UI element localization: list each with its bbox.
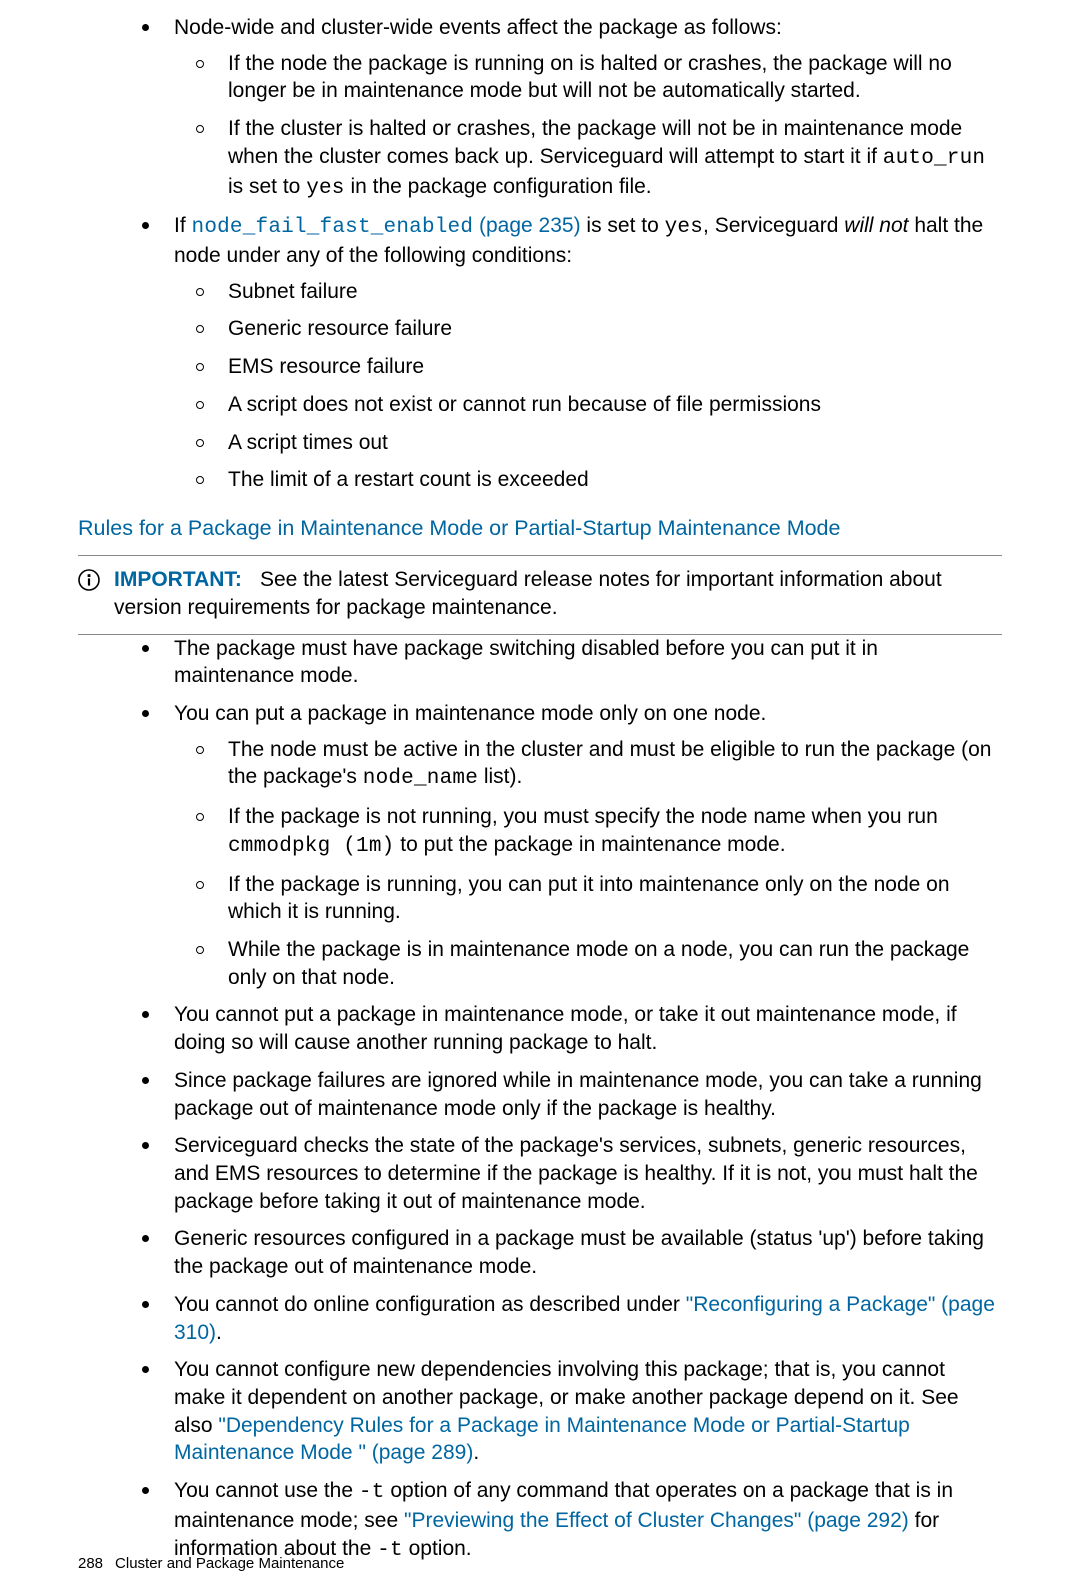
- text: While the package is in maintenance mode…: [228, 938, 969, 989]
- code-text: yes: [306, 177, 344, 200]
- text: in the package configuration file.: [345, 175, 652, 198]
- list-item: If the cluster is halted or crashes, the…: [174, 115, 1002, 202]
- text: If the node the package is running on is…: [228, 52, 952, 103]
- top-list: Node-wide and cluster-wide events affect…: [120, 14, 1002, 494]
- list-item: If the package is not running, you must …: [174, 803, 1002, 860]
- text: Serviceguard checks the state of the pac…: [174, 1134, 978, 1212]
- info-icon: [78, 569, 114, 596]
- text: You can put a package in maintenance mod…: [174, 702, 766, 725]
- emphasis: will not: [844, 214, 908, 237]
- sub-list: If the node the package is running on is…: [174, 50, 1002, 203]
- footer-title: Cluster and Package Maintenance: [115, 1555, 344, 1572]
- text: , Serviceguard: [703, 214, 844, 237]
- list-item: Subnet failure: [174, 278, 1002, 306]
- cross-ref-link[interactable]: "Previewing the Effect of Cluster Change…: [404, 1509, 909, 1532]
- text: You cannot use the: [174, 1479, 359, 1502]
- code-text: -t: [377, 1539, 403, 1562]
- list-item: If node_fail_fast_enabled (page 235) is …: [120, 212, 1002, 494]
- list-item: A script times out: [174, 429, 1002, 457]
- rules-list: The package must have package switching …: [120, 635, 1002, 1565]
- code-text: node_name: [363, 767, 478, 790]
- list-item: The limit of a restart count is exceeded: [174, 466, 1002, 494]
- text: Since package failures are ignored while…: [174, 1069, 982, 1120]
- page-number: 288: [78, 1555, 103, 1572]
- text: option.: [403, 1537, 472, 1560]
- list-item: A script does not exist or cannot run be…: [174, 391, 1002, 419]
- list-item: The package must have package switching …: [120, 635, 1002, 690]
- list-item: While the package is in maintenance mode…: [174, 936, 1002, 991]
- list-item: You cannot put a package in maintenance …: [120, 1001, 1002, 1056]
- list-item: Generic resource failure: [174, 315, 1002, 343]
- list-item: You cannot use the -t option of any comm…: [120, 1477, 1002, 1564]
- list-item: Node-wide and cluster-wide events affect…: [120, 14, 1002, 202]
- list-item: Since package failures are ignored while…: [120, 1067, 1002, 1122]
- code-text: auto_run: [883, 147, 985, 170]
- text: You cannot do online configuration as de…: [174, 1293, 686, 1316]
- text: A script times out: [228, 431, 388, 454]
- list-item: If the node the package is running on is…: [174, 50, 1002, 105]
- text: Generic resources configured in a packag…: [174, 1227, 984, 1278]
- text: You cannot put a package in maintenance …: [174, 1003, 957, 1054]
- list-item: Generic resources configured in a packag…: [120, 1225, 1002, 1280]
- text: If the package is running, you can put i…: [228, 873, 950, 924]
- section-heading: Rules for a Package in Maintenance Mode …: [78, 516, 1002, 541]
- text: Subnet failure: [228, 280, 358, 303]
- text: is set to: [228, 175, 306, 198]
- text: list).: [478, 765, 522, 788]
- sub-list: The node must be active in the cluster a…: [174, 736, 1002, 992]
- code-text: -t: [359, 1481, 385, 1504]
- text: EMS resource failure: [228, 355, 424, 378]
- list-item: EMS resource failure: [174, 353, 1002, 381]
- sub-list: Subnet failure Generic resource failure …: [174, 278, 1002, 494]
- page: Node-wide and cluster-wide events affect…: [0, 0, 1080, 1592]
- list-item: The node must be active in the cluster a…: [174, 736, 1002, 793]
- text: The package must have package switching …: [174, 637, 878, 688]
- text: The limit of a restart count is exceeded: [228, 468, 589, 491]
- code-text: node_fail_fast_enabled: [192, 216, 474, 239]
- text: If: [174, 214, 192, 237]
- cross-ref-link[interactable]: "Dependency Rules for a Package in Maint…: [174, 1414, 910, 1465]
- list-item: You cannot do online configuration as de…: [120, 1291, 1002, 1346]
- list-item: If the package is running, you can put i…: [174, 871, 1002, 926]
- text: .: [473, 1441, 479, 1464]
- text: (page 235): [473, 214, 580, 237]
- cross-ref-link[interactable]: node_fail_fast_enabled (page 235): [192, 214, 581, 237]
- page-footer: 288 Cluster and Package Maintenance: [78, 1555, 344, 1572]
- text: A script does not exist or cannot run be…: [228, 393, 821, 416]
- list-item: Serviceguard checks the state of the pac…: [120, 1132, 1002, 1215]
- text: Generic resource failure: [228, 317, 452, 340]
- important-text: IMPORTANT:See the latest Serviceguard re…: [114, 566, 1002, 621]
- text: is set to: [581, 214, 665, 237]
- text: .: [216, 1321, 222, 1344]
- important-note: IMPORTANT:See the latest Serviceguard re…: [78, 555, 1002, 634]
- text: Node-wide and cluster-wide events affect…: [174, 16, 782, 39]
- list-item: You can put a package in maintenance mod…: [120, 700, 1002, 991]
- code-text: yes: [665, 216, 703, 239]
- text: The node must be active in the cluster a…: [228, 738, 991, 789]
- list-item: You cannot configure new dependencies in…: [120, 1356, 1002, 1467]
- text: to put the package in maintenance mode.: [394, 833, 785, 856]
- text: If the cluster is halted or crashes, the…: [228, 117, 962, 168]
- text: If the package is not running, you must …: [228, 805, 938, 828]
- code-text: cmmodpkg (1m): [228, 835, 394, 858]
- important-label: IMPORTANT:: [114, 568, 242, 591]
